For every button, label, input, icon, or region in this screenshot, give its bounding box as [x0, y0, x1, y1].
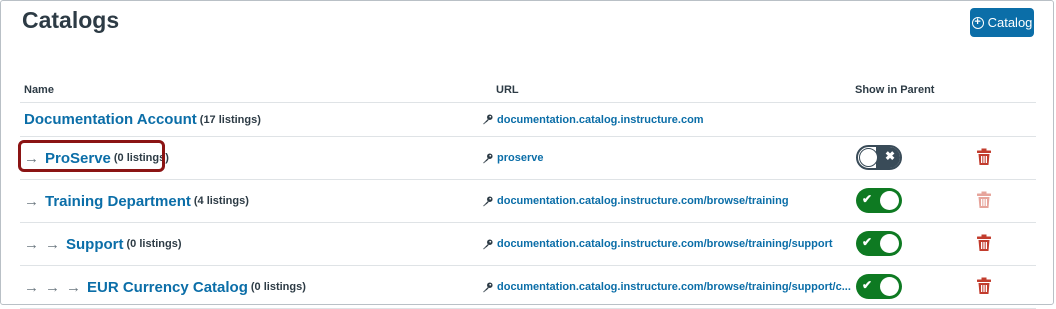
key-icon: [482, 238, 493, 249]
page-title: Catalogs: [22, 7, 120, 33]
trash-icon: [977, 191, 991, 209]
name-cell: → → Support (0 listings): [24, 223, 182, 265]
listing-count: (0 listings): [126, 238, 182, 250]
name-cell: → Training Department (4 listings): [24, 180, 249, 222]
catalogs-panel: Catalogs + Catalog Name URL Show in Pare…: [0, 0, 1054, 309]
name-cell: Documentation Account (17 listings): [24, 103, 261, 136]
toggle-knob: [880, 277, 899, 296]
toggle-knob: [880, 234, 899, 253]
table-row: → Training Department (4 listings) document…: [20, 180, 1036, 223]
catalog-url-link[interactable]: documentation.catalog.instructure.com: [497, 114, 704, 126]
trash-icon[interactable]: [977, 148, 991, 166]
show-in-parent-toggle[interactable]: ✔: [856, 188, 902, 213]
url-cell: documentation.catalog.instructure.com/br…: [482, 266, 851, 308]
catalog-name-link[interactable]: Training Department: [45, 193, 191, 210]
listing-count: (4 listings): [193, 195, 249, 207]
table-row: Documentation Account (17 listings) docume…: [20, 103, 1036, 137]
arrow-right-icon: →: [66, 278, 81, 296]
key-icon: [482, 152, 493, 163]
column-header-name: Name: [24, 84, 54, 96]
show-in-parent-toggle[interactable]: ✔: [856, 274, 902, 299]
key-icon: [482, 281, 493, 292]
table-row: → → → EUR Currency Catalog (0 listings) docum…: [20, 266, 1036, 309]
arrow-right-icon: →: [24, 278, 39, 296]
arrow-right-icon: →: [24, 192, 39, 210]
catalog-name-link[interactable]: EUR Currency Catalog: [87, 279, 248, 296]
toggle-knob: [859, 148, 878, 167]
url-cell: documentation.catalog.instructure.com/br…: [482, 180, 789, 222]
check-icon: ✔: [862, 235, 873, 249]
check-icon: ✔: [862, 192, 873, 206]
add-catalog-button[interactable]: + Catalog: [970, 8, 1034, 37]
listing-count: (0 listings): [250, 281, 306, 293]
key-icon: [482, 195, 493, 206]
catalog-name-link[interactable]: Support: [66, 236, 124, 253]
column-header-url: URL: [496, 84, 519, 96]
catalog-url-link[interactable]: documentation.catalog.instructure.com/br…: [497, 238, 833, 250]
table-header: Name URL Show in Parent: [20, 77, 1036, 103]
catalogs-table: Name URL Show in Parent Documentation Ac…: [20, 77, 1036, 309]
add-catalog-label: Catalog: [987, 15, 1033, 30]
listing-count: (17 listings): [199, 113, 261, 126]
url-cell: documentation.catalog.instructure.com/br…: [482, 223, 833, 265]
x-icon: ✖: [884, 149, 895, 163]
toggle-knob: [880, 191, 899, 210]
trash-icon[interactable]: [977, 277, 991, 295]
catalog-url-link[interactable]: documentation.catalog.instructure.com/br…: [497, 281, 851, 293]
table-row: → → Support (0 listings) documentation.catal…: [20, 223, 1036, 266]
plus-circle-icon: +: [971, 16, 984, 29]
catalog-name-link[interactable]: Documentation Account: [24, 111, 197, 128]
url-cell: documentation.catalog.instructure.com: [482, 103, 704, 136]
show-in-parent-toggle[interactable]: ✖: [856, 145, 902, 170]
show-in-parent-toggle[interactable]: ✔: [856, 231, 902, 256]
trash-icon[interactable]: [977, 234, 991, 252]
column-header-show-in-parent: Show in Parent: [855, 84, 935, 96]
catalog-url-link[interactable]: documentation.catalog.instructure.com/br…: [497, 195, 789, 207]
arrow-right-icon: →: [24, 235, 39, 253]
arrow-right-icon: →: [45, 278, 60, 296]
arrow-right-icon: →: [45, 235, 60, 253]
table-row: → ProServe (0 listings) proserve ✖: [20, 137, 1036, 180]
catalog-url-link[interactable]: proserve: [497, 152, 543, 164]
highlight-box: [18, 140, 165, 172]
url-cell: proserve: [482, 137, 543, 179]
check-icon: ✔: [862, 278, 873, 292]
key-icon: [482, 114, 493, 125]
name-cell: → → → EUR Currency Catalog (0 listings): [24, 266, 306, 308]
